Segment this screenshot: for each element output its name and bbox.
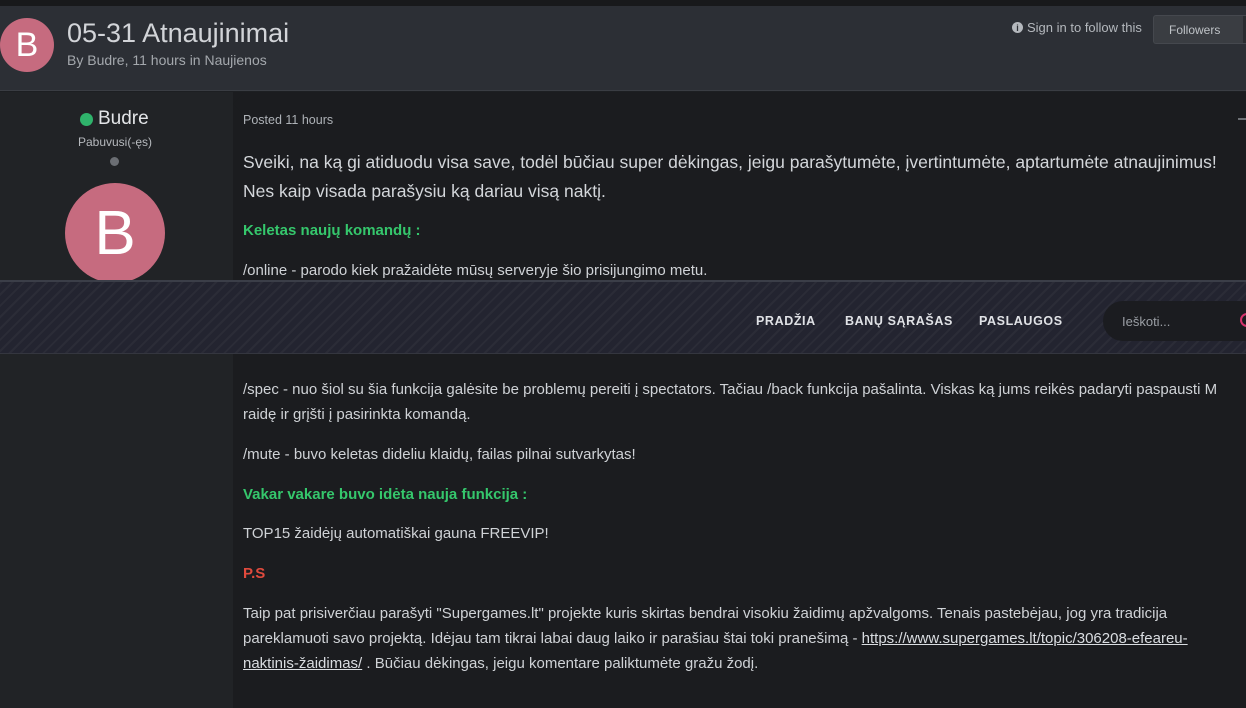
info-icon: i (1012, 22, 1023, 33)
sign-in-label: Sign in to follow this (1027, 20, 1142, 35)
page-title: 05-31 Atnaujinimai (67, 18, 290, 48)
post-lead: Sveiki, na ką gi atiduodu visa save, tod… (243, 152, 1217, 201)
nav-item-pradzia[interactable]: PRADŽIA (756, 314, 816, 328)
cmd-mute: /mute - buvo keletas dideliu klaidų, fai… (243, 446, 636, 463)
closing-text-after: . Būčiau dėkingas, jeigu komentare palik… (362, 655, 759, 672)
topic-author-avatar[interactable]: B (0, 18, 54, 72)
cmd-spec: /spec - nuo šiol su šia funkcija galėsit… (243, 381, 1218, 423)
nav-item-paslaugos[interactable]: PASLAUGOS (979, 314, 1063, 328)
author-name-label: Budre (98, 108, 149, 129)
closing-paragraph: Taip pat prisiverčiau parašyti "Supergam… (243, 601, 1238, 676)
site-navbar: PRADŽIA BANŲ SĄRAŠAS PASLAUGOS (0, 280, 1246, 354)
feature-heading: Vakar vakare buvo idėta nauja funkcija : (243, 486, 528, 503)
commands-heading: Keletas naujų komandų : (243, 222, 421, 239)
online-status-icon (80, 112, 93, 126)
post-timestamp[interactable]: Posted 11 hours (243, 113, 333, 127)
topic-header: B 05-31 Atnaujinimai By Budre, 11 hours … (0, 6, 1246, 91)
author-group: Pabuvusi(-ęs) (77, 135, 153, 149)
sign-in-to-follow[interactable]: i Sign in to follow this (1012, 20, 1142, 35)
ps-heading: P.S (243, 565, 266, 582)
search-box (1103, 301, 1246, 341)
topic-byline: By Budre, 11 hours in Naujienos (67, 52, 267, 68)
followers-label: Followers (1169, 23, 1221, 37)
followers-button[interactable]: Followers (1153, 15, 1246, 44)
rank-icon (110, 157, 119, 166)
search-input[interactable] (1122, 312, 1234, 330)
top15-text: TOP15 žaidėjų automatiškai gauna FREEVIP… (243, 525, 549, 542)
author-name[interactable]: Budre (80, 108, 149, 130)
post-pointer (233, 94, 243, 114)
author-avatar[interactable]: B (65, 183, 165, 283)
author-panel: Budre Pabuvusi(-ęs) B (0, 92, 233, 708)
nav-item-banu-sarasas[interactable]: BANŲ SĄRAŠAS (845, 314, 953, 328)
post-menu-icon[interactable] (1238, 118, 1246, 120)
